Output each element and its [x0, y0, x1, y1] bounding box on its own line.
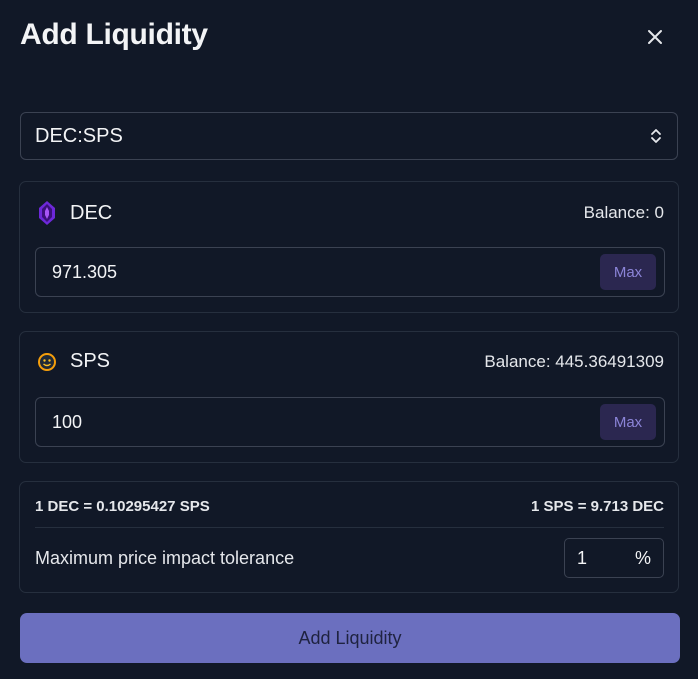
- pair-select-value: DEC:SPS: [35, 124, 123, 147]
- dec-token-icon: [39, 201, 55, 225]
- rate-b-to-a: 1 SPS = 9.713 DEC: [531, 498, 664, 515]
- rate-row: 1 DEC = 0.10295427 SPS 1 SPS = 9.713 DEC: [35, 498, 664, 515]
- tolerance-label: Maximum price impact tolerance: [35, 547, 295, 568]
- tolerance-input[interactable]: 1 %: [564, 538, 664, 578]
- sps-token-icon: [38, 352, 56, 371]
- token-b-card: SPS Balance: 445.36491309 100 Max: [19, 331, 679, 463]
- token-a-symbol: DEC: [70, 201, 113, 224]
- token-b-balance: Balance: 445.36491309: [484, 351, 664, 371]
- dialog-title: Add Liquidity: [20, 18, 208, 51]
- token-a-balance: Balance: 0: [583, 203, 664, 222]
- token-a-amount-field[interactable]: 971.305 Max: [35, 247, 665, 297]
- token-b-max-button[interactable]: Max: [600, 404, 656, 440]
- pair-select[interactable]: DEC:SPS: [20, 112, 678, 160]
- rates-card: 1 DEC = 0.10295427 SPS 1 SPS = 9.713 DEC…: [19, 481, 679, 593]
- token-a-amount-input[interactable]: 971.305: [52, 262, 600, 283]
- add-liquidity-button[interactable]: Add Liquidity: [20, 613, 680, 663]
- token-b-header: SPS Balance: 445.36491309: [36, 350, 664, 373]
- divider: [35, 527, 664, 528]
- token-a-max-button[interactable]: Max: [600, 254, 656, 290]
- token-b-symbol: SPS: [70, 350, 111, 372]
- close-icon: [648, 30, 662, 44]
- token-a-card: DEC Balance: 0 971.305 Max: [19, 181, 679, 313]
- tolerance-row: Maximum price impact tolerance 1 %: [35, 538, 664, 578]
- token-b-amount-input[interactable]: 100: [52, 412, 600, 433]
- chevron-up-down-icon: [651, 129, 661, 143]
- tolerance-value[interactable]: 1: [577, 548, 635, 569]
- close-button[interactable]: [640, 22, 670, 52]
- tolerance-unit: %: [634, 547, 651, 568]
- token-a-header: DEC Balance: 0: [36, 200, 664, 226]
- token-b-amount-field[interactable]: 100 Max: [35, 397, 665, 447]
- rate-a-to-b: 1 DEC = 0.10295427 SPS: [35, 498, 210, 515]
